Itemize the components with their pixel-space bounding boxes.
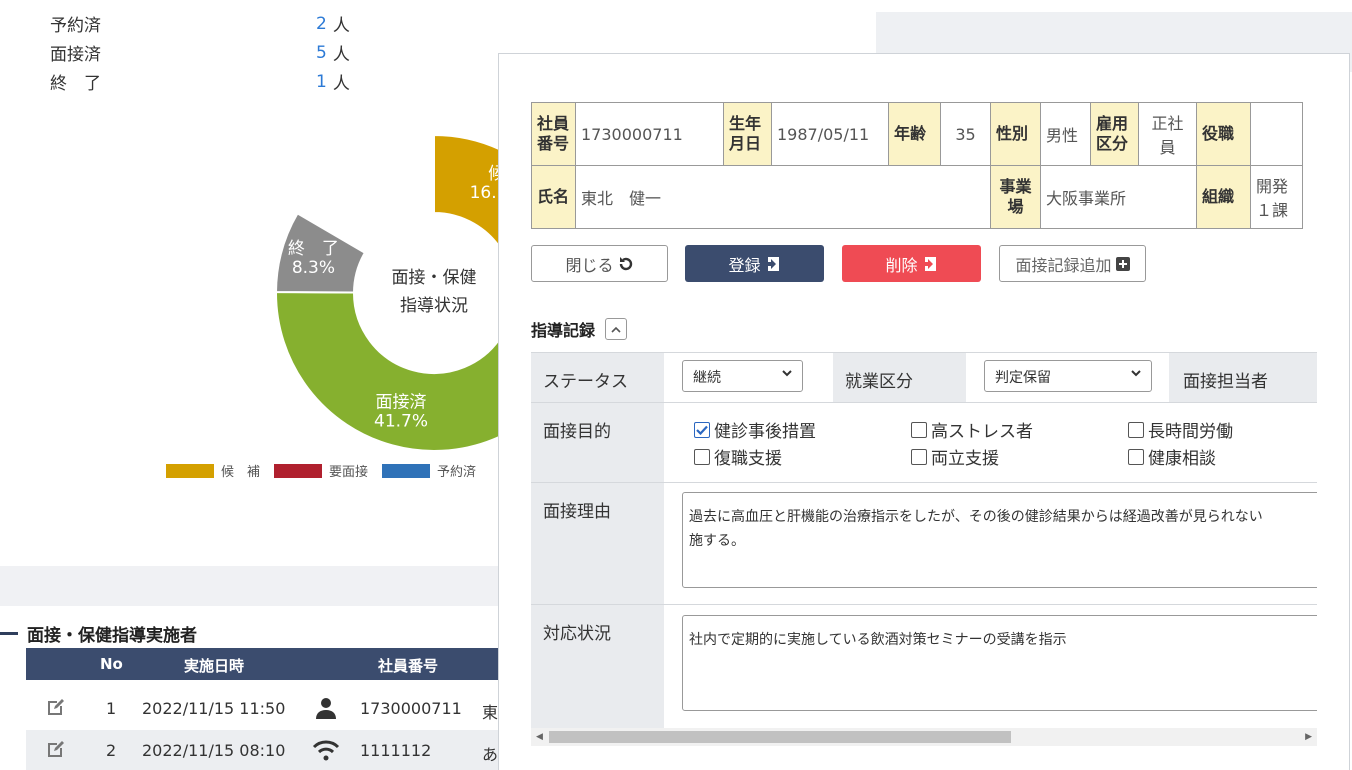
employment-label: 雇用 区分 (1096, 114, 1129, 153)
response-row: 対応状況 社内で定期的に実施している飲酒対策セミナーの受講を指示 (531, 604, 1317, 728)
slice-label: 終 了 (288, 239, 339, 259)
chevron-down-icon (782, 370, 792, 377)
org-value: 開発１課 (1250, 165, 1303, 229)
emp-no-label: 社員 番号 (537, 114, 570, 153)
collapse-button[interactable] (605, 318, 628, 340)
slice-label: 面接済 (376, 393, 427, 413)
sign-in-icon (922, 256, 936, 271)
scrollbar-thumb[interactable] (549, 731, 1011, 743)
name-value: 東北 健一 (575, 165, 991, 229)
status-donut-chart: 候16.7%予約済16.7%面接済41.7%終 了8.3%面接・保健指導状況 (274, 133, 500, 452)
status-select[interactable]: 継続 (682, 360, 803, 392)
sign-in-icon (765, 256, 779, 271)
name-label: 氏名 (531, 165, 576, 229)
checkbox-icon (911, 421, 927, 438)
legend-label: 候 補 (221, 465, 261, 480)
reason-label: 面接理由 (531, 483, 664, 604)
position-label: 役職 (1196, 102, 1251, 166)
emp-no-value: 1730000711 (575, 102, 724, 166)
work-category-select[interactable]: 判定保留 (984, 360, 1152, 392)
legend-swatch (382, 463, 431, 478)
wifi-icon (312, 738, 340, 766)
undo-icon (619, 256, 632, 270)
checkbox-icon (694, 448, 710, 465)
work-category-label: 就業区分 (833, 353, 966, 402)
purpose-checkbox[interactable]: 健診事後措置 (694, 417, 816, 442)
add-record-button[interactable]: 面接記録追加 (999, 245, 1146, 282)
age-label: 年齢 (888, 102, 941, 166)
edit-icon[interactable] (46, 697, 66, 721)
response-label: 対応状況 (531, 605, 664, 728)
chevron-up-icon (611, 326, 621, 333)
modal-content: 社員 番号 1730000711 生年 月日 1987/05/11 年齢 35 … (531, 54, 1317, 770)
legend-swatch (166, 463, 214, 478)
purpose-checkbox[interactable]: 復職支援 (694, 444, 782, 469)
delete-button[interactable]: 削除 (842, 245, 981, 282)
age-value: 35 (940, 102, 991, 166)
slice-label: 16.7% (470, 183, 500, 203)
scroll-right-icon[interactable]: ▶ (1305, 732, 1312, 742)
guidance-record-modal: 社員 番号 1730000711 生年 月日 1987/05/11 年齢 35 … (498, 53, 1350, 770)
response-textarea[interactable]: 社内で定期的に実施している飲酒対策セミナーの受講を指示 (682, 615, 1317, 711)
purpose-checkbox[interactable]: 両立支援 (911, 444, 999, 469)
employment-value: 正社 員 (1151, 114, 1184, 157)
birth-value: 1987/05/11 (771, 102, 889, 166)
reason-textarea[interactable]: 過去に高血圧と肝機能の治療指示をしたが、その後の健診結果からは経過改善が見られな… (682, 492, 1317, 588)
chevron-down-icon (1131, 370, 1141, 377)
chart-legend: 候 補 要面接 予約済 (166, 461, 490, 480)
edit-icon[interactable] (46, 739, 66, 763)
guidance-section-title: 指導記録 (531, 317, 628, 341)
checkbox-icon (911, 448, 927, 465)
legend-swatch (274, 463, 323, 478)
implementers-table-header: No 実施日時 社員番号 (26, 648, 506, 680)
purpose-checkbox[interactable]: 高ストレス者 (911, 417, 1033, 442)
purpose-checkbox[interactable]: 健康相談 (1128, 444, 1216, 469)
table-row[interactable]: 1 2022/11/15 11:50 1730000711 東 (26, 688, 506, 728)
legend-label: 要面接 (329, 465, 369, 480)
donut-center-label: 面接・保健 (392, 268, 477, 288)
person-icon (314, 696, 338, 724)
status-label: ステータス (531, 353, 664, 402)
slice-label: 8.3% (292, 258, 335, 278)
purpose-row: 面接目的 健診事後措置 高ストレス者 長時間労働 復職支援 両立支援 健康相談 (531, 402, 1317, 482)
checkbox-icon (1128, 448, 1144, 465)
site-label: 事業 場 (999, 177, 1032, 216)
org-label: 組織 (1196, 165, 1251, 229)
implementers-title: 面接・保健指導実施者 (0, 621, 197, 646)
employee-info-table: 社員 番号 1730000711 生年 月日 1987/05/11 年齢 35 … (531, 102, 1303, 229)
reason-row: 面接理由 過去に高血圧と肝機能の治療指示をしたが、その後の健診結果からは経過改善… (531, 482, 1317, 604)
birth-label: 生年 月日 (729, 114, 762, 153)
status-row: ステータス 継続 就業区分 判定保留 面接担当者 (531, 352, 1317, 402)
purpose-checkbox[interactable]: 長時間労働 (1128, 417, 1233, 442)
checkbox-icon (1128, 421, 1144, 438)
staff-label: 面接担当者 (1169, 353, 1317, 402)
gender-label: 性別 (990, 102, 1041, 166)
gender-value: 男性 (1040, 102, 1091, 166)
legend-label: 予約済 (437, 465, 477, 480)
checkbox-checked-icon (694, 421, 710, 438)
site-value: 大阪事業所 (1040, 165, 1197, 229)
slice-label: 41.7% (374, 412, 428, 432)
table-row[interactable]: 2 2022/11/15 08:10 1111112 あ (26, 730, 506, 770)
position-value (1250, 102, 1303, 166)
plus-square-icon (1115, 256, 1130, 271)
horizontal-scrollbar[interactable]: ◀ ▶ (531, 728, 1317, 746)
section-divider (0, 566, 500, 606)
purpose-label: 面接目的 (531, 403, 664, 482)
donut-center-label: 指導状況 (400, 296, 468, 316)
scroll-left-icon[interactable]: ◀ (536, 732, 543, 742)
close-button[interactable]: 閉じる (531, 245, 668, 282)
register-button[interactable]: 登録 (685, 245, 824, 282)
